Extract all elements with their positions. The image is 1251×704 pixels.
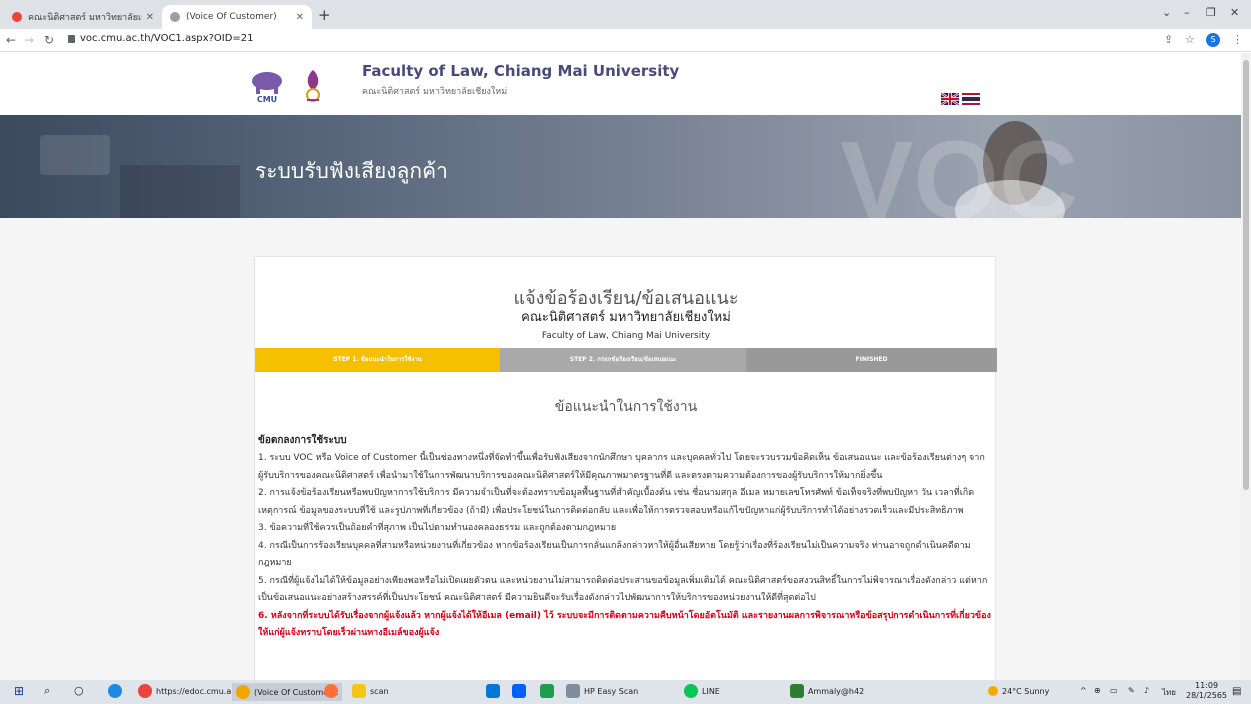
taskbar-item-label: LINE (702, 686, 720, 696)
lock-icon (68, 35, 75, 43)
new-tab-plus-icon[interactable]: + (318, 6, 331, 24)
terms-list: 1. ระบบ VOC หรือ Voice of Customer นี้เป… (258, 450, 994, 643)
close-window-icon[interactable]: ✕ (1230, 6, 1239, 19)
form-subtitle: คณะนิติศาสตร์ มหาวิทยาลัยเชียงใหม่ (521, 310, 731, 325)
clock-date: 28/1/2565 (1186, 691, 1228, 700)
hero-banner: VOC ระบบรับฟังเสียงลูกค้า (0, 115, 1241, 218)
terms-item: 4. กรณีเป็นการร้องเรียนบุคคลที่สามหรือหน… (258, 540, 971, 569)
search-icon[interactable]: ⌕ (44, 684, 50, 698)
taskbar-item-label: Ammaly@h42 (808, 686, 865, 696)
form-subtitle-en: Faculty of Law, Chiang Mai University (541, 331, 711, 341)
taskbar-item-label: https://edoc.cmu.a... (156, 686, 239, 696)
browser-toolbar: ← → ↻ voc.cmu.ac.th/VOC1.aspx?OID=21 ⇪ ☆… (0, 29, 1251, 52)
tab-law-faculty[interactable]: คณะนิติศาสตร์ มหาวิทยาลัยเชียงใหม่ - ✕ (4, 5, 162, 29)
firefox-icon[interactable] (324, 684, 342, 698)
terms-item: 1. ระบบ VOC หรือ Voice of Customer นี้เป… (258, 453, 985, 481)
page-scrollbar-thumb[interactable] (1243, 60, 1249, 490)
task-view-icon[interactable]: ○ (74, 684, 84, 697)
tab-voice-of-customer[interactable]: (Voice Of Customer) ✕ (162, 5, 312, 29)
chrome-icon (236, 685, 250, 699)
tab-title: คณะนิติศาสตร์ มหาวิทยาลัยเชียงใหม่ - (28, 13, 142, 23)
menu-kebab-icon[interactable]: ⋮ (1232, 33, 1243, 46)
chrome-icon (138, 684, 152, 698)
reload-icon[interactable]: ↻ (44, 33, 54, 47)
os-taskbar: ⊞ ⌕ ○ https://edoc.cmu.a... (Voice Of Cu… (0, 680, 1251, 704)
network-icon[interactable]: ⊕ (1094, 686, 1101, 695)
web-page: CMU Faculty of Law, Chiang Mai Universit… (0, 53, 1241, 680)
weather-text: 24°C Sunny (1002, 686, 1050, 696)
terms-heading: ข้อตกลงการใช้ระบบ (258, 435, 347, 446)
tray-chevron-icon[interactable]: ^ (1080, 686, 1087, 695)
thai-flag-icon[interactable] (962, 93, 980, 105)
step-finished: FINISHED (746, 348, 997, 372)
windows-start-icon[interactable]: ⊞ (14, 684, 24, 698)
taskbar-item-label: scan (370, 686, 389, 696)
banner-title: ระบบรับฟังเสียงลูกค้า (255, 159, 448, 183)
close-tab-icon[interactable]: ✕ (296, 12, 304, 23)
terms-item: 5. กรณีที่ผู้แจ้งไม่ได้ให้ข้อมูลอย่างเพี… (258, 575, 988, 604)
terms-item-warning: 6. หลังจากที่ระบบได้รับเรื่องจากผู้แจ้งแ… (258, 610, 991, 639)
taskbar-item-line[interactable]: LINE (684, 684, 720, 698)
scanner-icon (566, 684, 580, 698)
law-faculty-seal-logo (306, 70, 320, 102)
taskbar-item-chrome-edoc[interactable]: https://edoc.cmu.a... (138, 684, 239, 698)
taskbar-item-scan-folder[interactable]: scan (352, 684, 389, 698)
close-tab-icon[interactable]: ✕ (146, 12, 154, 23)
weather-widget[interactable]: 24°C Sunny (988, 686, 1049, 696)
folder-icon (352, 684, 366, 698)
tab-favicon-icon (170, 12, 180, 22)
tab-search-chevron-icon[interactable]: ⌄ (1162, 6, 1171, 19)
sun-icon (988, 686, 998, 696)
uk-flag-icon[interactable] (941, 93, 959, 105)
complaint-form-card: แจ้งข้อร้องเรียน/ข้อเสนอแนะ คณะนิติศาสตร… (254, 256, 997, 680)
step-1-instructions: STEP 1. ข้อแนะนำในการใช้งาน (255, 348, 500, 372)
browser-tab-bar: คณะนิติศาสตร์ มหาวิทยาลัยเชียงใหม่ - ✕ (… (0, 0, 1251, 29)
mail-icon[interactable] (486, 684, 504, 698)
edge-icon[interactable] (108, 684, 126, 698)
section-heading: ข้อแนะนำในการใช้งาน (554, 399, 698, 415)
tab-favicon-icon (12, 12, 22, 22)
wizard-steps: STEP 1. ข้อแนะนำในการใช้งาน STEP 2. กรอก… (255, 348, 997, 372)
tab-title: (Voice Of Customer) (186, 12, 277, 22)
step-2-fill-complaint: STEP 2. กรอกข้อร้องเรียน/ข้อเสนอแนะ (500, 348, 746, 372)
bookmark-star-icon[interactable]: ☆ (1185, 33, 1195, 46)
language-indicator[interactable]: ไทย (1162, 686, 1176, 699)
terms-item: 2. การแจ้งข้อร้องเรียนหรือพบปัญหาการใช้บ… (258, 488, 975, 516)
pen-icon[interactable]: ✎ (1128, 686, 1135, 695)
battery-icon[interactable]: ▭ (1110, 686, 1118, 695)
notification-icon[interactable]: ▤ (1232, 686, 1241, 697)
minimize-icon[interactable]: – (1184, 6, 1190, 19)
dropbox-icon[interactable] (512, 684, 530, 698)
share-icon[interactable]: ⇪ (1164, 33, 1173, 46)
back-arrow-icon[interactable]: ← (6, 33, 16, 47)
taskbar-item-hp-easy-scan[interactable]: HP Easy Scan (566, 684, 638, 698)
address-bar[interactable]: voc.cmu.ac.th/VOC1.aspx?OID=21 (80, 33, 254, 44)
site-subtitle: คณะนิติศาสตร์ มหาวิทยาลัยเชียงใหม่ (362, 87, 508, 97)
terms-item: 3. ข้อความที่ใช้ควรเป็นถ้อยคำที่สุภาพ เป… (258, 523, 617, 533)
green-app-icon[interactable] (540, 684, 558, 698)
clock-time: 11:09 (1194, 681, 1219, 690)
restore-icon[interactable]: ❐ (1206, 6, 1216, 19)
forward-arrow-icon[interactable]: → (24, 33, 34, 47)
cmu-elephant-logo: CMU (252, 72, 282, 104)
volume-icon[interactable]: ♪ (1144, 686, 1149, 695)
banner-voc-watermark: VOC (840, 119, 1079, 218)
taskbar-item-label: HP Easy Scan (584, 686, 639, 696)
line-icon (684, 684, 698, 698)
clock[interactable]: 11:09 28/1/2565 (1186, 681, 1227, 701)
taskbar-item-ammaly[interactable]: Ammaly@h42 (790, 684, 864, 698)
user-app-icon (790, 684, 804, 698)
profile-avatar[interactable]: S (1206, 33, 1220, 47)
cmu-logo-text: CMU (257, 95, 277, 104)
site-title: Faculty of Law, Chiang Mai University (362, 62, 680, 80)
